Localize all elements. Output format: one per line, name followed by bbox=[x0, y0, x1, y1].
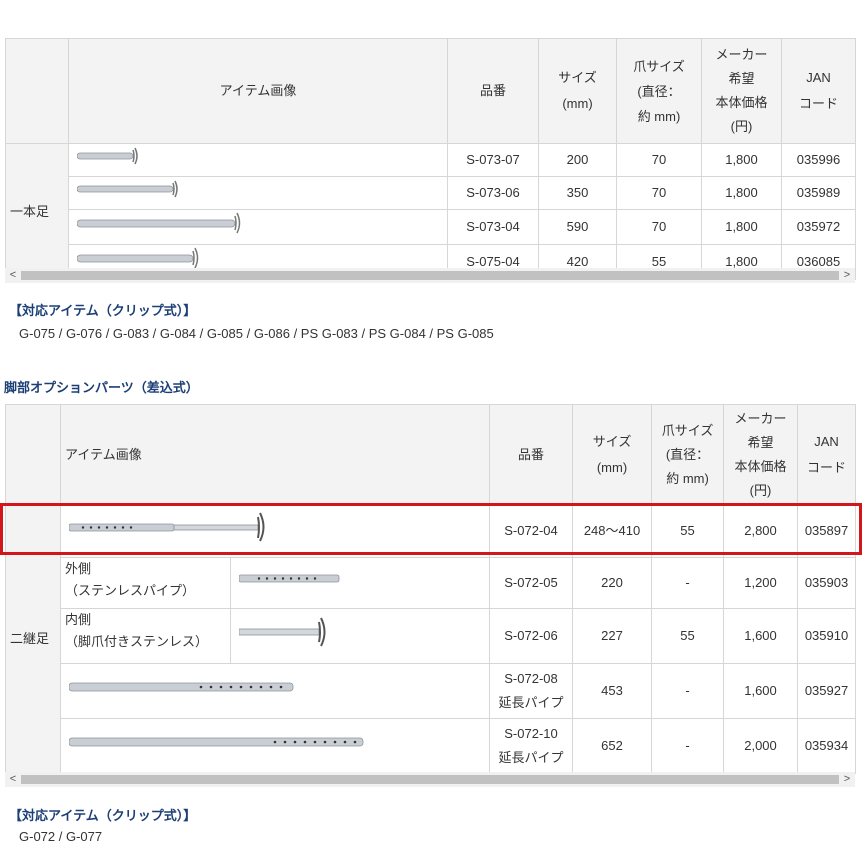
cell-jan: 035927 bbox=[797, 663, 857, 719]
cell-claw: 70 bbox=[616, 176, 702, 210]
code-number: S-072-10 bbox=[504, 726, 558, 741]
cell-price: 2,000 bbox=[723, 718, 799, 774]
header-code: 品番 bbox=[447, 38, 539, 144]
cell-price: 1,800 bbox=[701, 143, 782, 177]
scroll-left-button[interactable]: < bbox=[5, 772, 21, 787]
header-item-image: アイテム画像 bbox=[68, 38, 448, 144]
telescopic-leg-icon bbox=[68, 512, 265, 542]
cell-code: S-072-04 bbox=[489, 504, 574, 558]
leg-pipe-icon bbox=[76, 180, 178, 198]
item-image bbox=[229, 557, 491, 609]
outer-pipe-icon bbox=[238, 574, 340, 583]
header-jan: JAN コード bbox=[781, 38, 856, 144]
cell-size: 200 bbox=[538, 143, 617, 177]
part-label: 外側 （ステンレスパイプ） bbox=[60, 557, 231, 609]
cell-claw: 55 bbox=[651, 504, 725, 558]
cell-claw: 70 bbox=[616, 143, 702, 177]
code-note: 延長パイプ bbox=[498, 695, 564, 710]
cell-price: 1,600 bbox=[723, 663, 799, 719]
cell-jan: 035903 bbox=[797, 557, 857, 609]
cell-price: 1,600 bbox=[723, 608, 799, 664]
cell-code: S-073-07 bbox=[447, 143, 539, 177]
header-category bbox=[5, 404, 61, 505]
part-label: 内側 （脚爪付きステンレス） bbox=[60, 608, 231, 664]
code-note: 延長パイプ bbox=[498, 750, 564, 765]
cell-jan: 035989 bbox=[781, 176, 856, 210]
item-image bbox=[59, 718, 491, 774]
cell-code: S-072-08 延長パイプ bbox=[489, 663, 574, 719]
cell-code: S-073-04 bbox=[447, 209, 539, 245]
header-claw: 爪サイズ (直径： 約 mm) bbox=[651, 404, 725, 505]
extension-pipe-icon bbox=[68, 737, 364, 747]
extension-pipe-icon bbox=[68, 682, 294, 692]
cell-code: S-072-05 bbox=[489, 557, 574, 609]
code-number: S-072-08 bbox=[504, 671, 558, 686]
part-label-desc: （ステンレスパイプ） bbox=[65, 583, 196, 598]
cell-size: 220 bbox=[572, 557, 653, 609]
scroll-right-button[interactable]: > bbox=[839, 772, 855, 787]
part-label-desc: （脚爪付きステンレス） bbox=[65, 634, 209, 649]
scrollbar-thumb[interactable] bbox=[21, 271, 839, 280]
header-claw: 爪サイズ (直径： 約 mm) bbox=[616, 38, 702, 144]
header-size: サイズ (mm) bbox=[538, 38, 617, 144]
header-size: サイズ (mm) bbox=[572, 404, 653, 505]
item-image bbox=[68, 143, 448, 177]
category-label: 二継足 bbox=[5, 504, 61, 774]
cell-price: 2,800 bbox=[723, 504, 799, 558]
scrollbar-thumb[interactable] bbox=[21, 775, 839, 784]
cell-claw: - bbox=[651, 718, 725, 774]
leg-parts-table-single: アイテム画像 品番 サイズ (mm) 爪サイズ (直径： 約 mm) メーカー … bbox=[5, 38, 856, 280]
part-label-side: 内側 bbox=[65, 612, 92, 627]
cell-size: 590 bbox=[538, 209, 617, 245]
inner-pipe-icon bbox=[238, 617, 326, 647]
cell-claw: 70 bbox=[616, 209, 702, 245]
cell-size: 248〜410 bbox=[572, 504, 653, 558]
cell-jan: 035972 bbox=[781, 209, 856, 245]
cell-claw: - bbox=[651, 557, 725, 609]
header-jan: JAN コード bbox=[797, 404, 857, 505]
cell-price: 1,800 bbox=[701, 176, 782, 210]
compat-title: 【対応アイテム（クリップ式）】 bbox=[9, 808, 197, 823]
leg-parts-table-telescopic: アイテム画像 品番 サイズ (mm) 爪サイズ (直径： 約 mm) メーカー … bbox=[5, 404, 857, 774]
header-code: 品番 bbox=[489, 404, 574, 505]
cell-jan: 035910 bbox=[797, 608, 857, 664]
scroll-left-button[interactable]: < bbox=[5, 268, 21, 283]
cell-code: S-072-06 bbox=[489, 608, 574, 664]
cell-jan: 035934 bbox=[797, 718, 857, 774]
item-image bbox=[68, 209, 448, 245]
horizontal-scrollbar[interactable]: < > bbox=[5, 268, 855, 283]
cell-price: 1,200 bbox=[723, 557, 799, 609]
cell-size: 350 bbox=[538, 176, 617, 210]
item-image bbox=[59, 663, 491, 719]
header-category bbox=[5, 38, 69, 144]
cell-claw: - bbox=[651, 663, 725, 719]
cell-jan: 035996 bbox=[781, 143, 856, 177]
cell-price: 1,800 bbox=[701, 209, 782, 245]
item-image bbox=[59, 504, 491, 558]
item-image bbox=[229, 608, 491, 664]
compat-items: G-075 / G-076 / G-083 / G-084 / G-085 / … bbox=[19, 326, 494, 341]
cell-claw: 55 bbox=[651, 608, 725, 664]
compat-items: G-072 / G-077 bbox=[19, 829, 103, 844]
scroll-right-button[interactable]: > bbox=[839, 268, 855, 283]
header-price: メーカー 希望 本体価格 (円) bbox=[723, 404, 799, 505]
cell-size: 227 bbox=[572, 608, 653, 664]
cell-code: S-072-10 延長パイプ bbox=[489, 718, 574, 774]
part-label-side: 外側 bbox=[65, 561, 92, 576]
section-title: 脚部オプションパーツ（差込式） bbox=[4, 380, 199, 395]
item-image bbox=[68, 176, 448, 210]
compat-title: 【対応アイテム（クリップ式）】 bbox=[9, 303, 197, 318]
cell-jan: 035897 bbox=[797, 504, 857, 558]
cell-size: 652 bbox=[572, 718, 653, 774]
header-item-image: アイテム画像 bbox=[59, 404, 491, 505]
leg-pipe-icon bbox=[76, 147, 138, 165]
horizontal-scrollbar[interactable]: < > bbox=[5, 772, 855, 787]
cell-size: 453 bbox=[572, 663, 653, 719]
category-label: 一本足 bbox=[5, 143, 69, 280]
leg-pipe-icon bbox=[76, 212, 241, 234]
cell-code: S-073-06 bbox=[447, 176, 539, 210]
header-price: メーカー 希望 本体価格 (円) bbox=[701, 38, 782, 144]
